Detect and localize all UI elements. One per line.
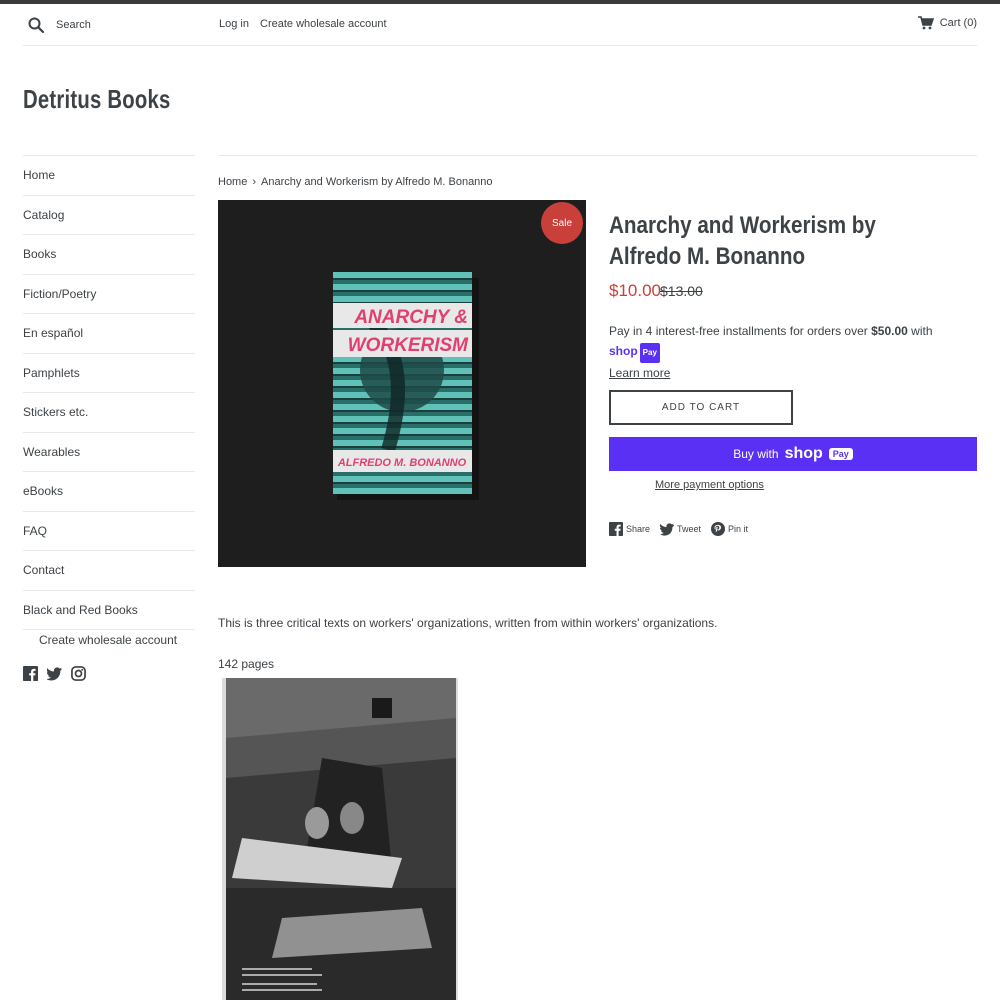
sidebar-item-ebooks[interactable]: eBooks <box>23 471 195 511</box>
installments-text: Pay in 4 interest-free installments for … <box>609 324 872 338</box>
sidebar-item-catalog[interactable]: Catalog <box>23 194 195 235</box>
twitter-icon[interactable] <box>47 666 62 681</box>
cover-author: ALFREDO M. BONANNO <box>337 457 467 469</box>
more-payment-options-link[interactable]: More payment options <box>655 479 764 491</box>
site-title[interactable]: Detritus Books <box>23 84 171 115</box>
product-image[interactable]: ANARCHY & WORKERISM ALFREDO M. BONANNO <box>218 200 586 567</box>
twitter-icon <box>660 523 675 536</box>
shop-pay-badge: Pay <box>639 343 660 363</box>
sidebar-item-en-espanol[interactable]: En español <box>23 313 195 353</box>
cover-title-line1: ANARCHY & <box>353 307 468 328</box>
main-divider <box>218 155 977 156</box>
search-input[interactable] <box>56 16 206 34</box>
sidebar-item-pamphlets[interactable]: Pamphlets <box>23 352 195 393</box>
login-link[interactable]: Log in <box>219 18 249 30</box>
product-description: This is three critical texts on workers'… <box>218 616 718 630</box>
tweet-label: Tweet <box>677 524 702 534</box>
pinterest-icon <box>711 522 726 536</box>
installments-threshold: $50.00 <box>871 324 908 338</box>
social-sharing: Share Tweet Pin it <box>609 522 748 536</box>
breadcrumb-home[interactable]: Home <box>218 176 247 188</box>
shop-pay-logo: shop Pay <box>609 341 660 363</box>
cover-title-line2: WORKERISM <box>348 335 470 356</box>
share-pinterest-link[interactable]: Pin it <box>711 522 748 536</box>
learn-more-link[interactable]: Learn more <box>609 366 670 380</box>
add-to-cart-button[interactable]: ADD TO CART <box>609 390 793 425</box>
instagram-icon[interactable] <box>71 666 86 681</box>
book-cover-image: ANARCHY & WORKERISM ALFREDO M. BONANNO <box>218 200 586 567</box>
shop-pay-brand: shop <box>784 445 823 462</box>
sidebar-item-fiction-poetry[interactable]: Fiction/Poetry <box>23 273 195 314</box>
product-title: Anarchy and Workerism by Alfredo M. Bona… <box>609 212 876 270</box>
sidebar-item-home[interactable]: Home <box>23 155 195 195</box>
sidebar-nav: Home Catalog Books Fiction/Poetry En esp… <box>23 155 195 651</box>
shop-pay-brand: shop <box>609 344 638 358</box>
shop-pay-badge: Pay <box>828 448 853 460</box>
share-facebook-link[interactable]: Share <box>609 522 650 536</box>
sidebar-item-wearables[interactable]: Wearables <box>23 431 195 472</box>
buy-with-label: Buy with <box>733 447 779 461</box>
facebook-icon <box>609 522 623 536</box>
installments-message: Pay in 4 interest-free installments for … <box>609 321 979 383</box>
page-count: 142 pages <box>218 657 275 671</box>
buy-with-shop-pay-button[interactable]: Buy with shop Pay <box>609 437 977 471</box>
share-label: Share <box>626 524 651 534</box>
pin-label: Pin it <box>728 524 749 534</box>
site-header: Log in Create wholesale account Cart (0) <box>23 4 977 46</box>
cart-label: Cart (0) <box>939 17 977 29</box>
facebook-icon[interactable] <box>23 666 38 681</box>
regular-price: $13.00 <box>660 283 703 299</box>
breadcrumb-separator: › <box>252 176 257 188</box>
sidebar-item-faq[interactable]: FAQ <box>23 510 195 551</box>
sidebar-item-create-wholesale-account[interactable]: Create wholesale account <box>23 629 195 651</box>
social-links <box>23 666 86 681</box>
sale-badge: Sale <box>541 202 583 244</box>
sidebar-item-stickers[interactable]: Stickers etc. <box>23 392 195 432</box>
create-wholesale-account-link[interactable]: Create wholesale account <box>260 18 387 30</box>
interior-illustration-image <box>222 678 458 1000</box>
cart-icon <box>917 16 934 30</box>
sidebar-item-contact[interactable]: Contact <box>23 550 195 590</box>
sidebar-item-books[interactable]: Books <box>23 234 195 274</box>
breadcrumb: Home › Anarchy and Workerism by Alfredo M.… <box>218 176 493 188</box>
share-twitter-link[interactable]: Tweet <box>660 522 701 536</box>
sale-price: $10.00 <box>609 281 661 300</box>
installments-with: with <box>907 324 933 338</box>
breadcrumb-current: Anarchy and Workerism by Alfredo M. Bona… <box>261 176 493 188</box>
sidebar-item-black-and-red-books[interactable]: Black and Red Books <box>23 589 195 630</box>
cart-link[interactable]: Cart (0) <box>917 16 977 30</box>
search-icon[interactable] <box>28 17 44 33</box>
